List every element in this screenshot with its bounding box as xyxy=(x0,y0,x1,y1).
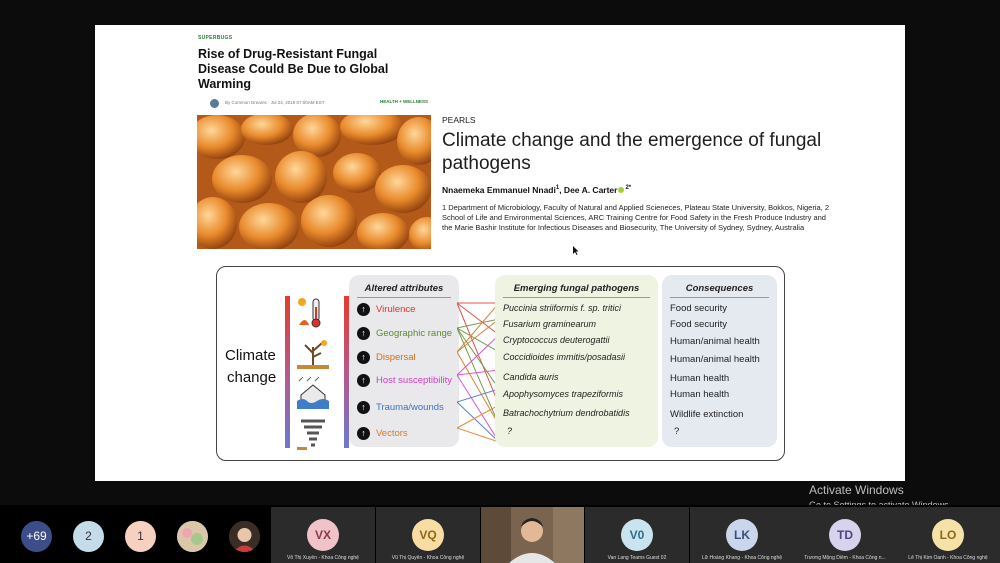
up-arrow-icon: ↑ xyxy=(357,373,370,387)
pathogen-item: Coccidioides immitis/posadasii xyxy=(503,352,626,362)
presentation-slide: SUPERBUGS Rise of Drug-Resistant Fungal … xyxy=(95,25,905,481)
up-arrow-icon: ↑ xyxy=(357,326,370,340)
pathogen-item: Batrachochytrium dendrobatidis xyxy=(503,408,630,418)
emerging-pathogens-panel: Emerging fungal pathogens Puccinia strii… xyxy=(495,275,658,447)
up-arrow-icon: ↑ xyxy=(357,426,370,440)
consequence-item: Human/animal health xyxy=(670,336,760,347)
flood-house-icon xyxy=(297,377,329,409)
participant-name: Van Lang Teams Guest 02 xyxy=(607,555,667,561)
attribute-item: ↑ Vectors xyxy=(357,425,408,441)
participant-tile[interactable]: VQ Vũ Thị Quyên - Khoa Công nghệ xyxy=(376,507,480,563)
divider xyxy=(503,297,650,298)
author-2-affil: 2* xyxy=(625,185,632,192)
more-participants-button[interactable]: +69 xyxy=(21,521,52,552)
consequence-item: Wildlife extinction xyxy=(670,409,744,420)
article-tag: SUPERBUGS xyxy=(198,35,233,41)
news-article-header: SUPERBUGS Rise of Drug-Resistant Fungal … xyxy=(198,35,428,115)
attributes-header: Altered attributes xyxy=(364,283,444,294)
author-2: , Dee A. Carter xyxy=(559,185,618,195)
participant-initials: TD xyxy=(829,519,861,551)
consequence-item: Human health xyxy=(670,373,730,384)
participant-avatar[interactable]: 2 xyxy=(73,521,104,552)
attribute-item: ↑ Geographic range xyxy=(357,325,452,341)
participant-name: Lê Thị Kim Oanh - Khoa Công nghệ xyxy=(908,555,988,561)
pathogens-header: Emerging fungal pathogens xyxy=(513,283,640,294)
attribute-item: ↑ Virulence xyxy=(357,301,415,317)
climate-change-label: Climate change xyxy=(225,347,277,386)
up-arrow-icon: ↑ xyxy=(357,400,370,414)
participant-initials: VX xyxy=(307,519,339,551)
heat-thermometer-icon xyxy=(298,298,321,328)
altered-attributes-panel: Altered attributes ↑ Virulence ↑ Geographi… xyxy=(349,275,459,447)
byline-text: By Common Dreams · Jul 24, 2019 07:00AM … xyxy=(225,100,325,105)
article-byline: By Common Dreams · Jul 24, 2019 07:00AM … xyxy=(198,97,428,109)
divider xyxy=(357,297,451,298)
paper-header: PEARLS Climate change and the emergence … xyxy=(442,115,842,233)
participant-photo-avatar[interactable] xyxy=(177,521,208,552)
divider xyxy=(670,297,769,298)
pathogen-item: Fusarium graminearum xyxy=(503,319,597,329)
publisher-logo-icon xyxy=(210,99,219,108)
shared-screen: SUPERBUGS Rise of Drug-Resistant Fungal … xyxy=(0,0,1000,505)
pathogen-item: Cryptococcus deuterogattii xyxy=(503,335,610,345)
pathogen-item: Puccinia striiformis f. sp. tritici xyxy=(503,303,622,313)
participant-initials: V0 xyxy=(621,519,653,551)
participant-tile[interactable]: LO Lê Thị Kim Oanh - Khoa Công nghệ xyxy=(896,507,1000,563)
gradient-bar-left xyxy=(285,296,290,448)
fungal-cells-image xyxy=(197,115,431,249)
participant-tile[interactable]: TD Trương Mộng Diễm - Khoa Công n... xyxy=(793,507,897,563)
consequence-item: Human/animal health xyxy=(670,354,760,365)
paper-kicker: PEARLS xyxy=(442,115,476,125)
tornado-icon xyxy=(297,419,325,450)
participant-tile[interactable]: VX Võ Thị Xuyến - Khoa Công nghệ xyxy=(271,507,375,563)
participant-photo-avatar[interactable] xyxy=(229,521,260,552)
participant-name: Võ Thị Xuyến - Khoa Công nghệ xyxy=(287,555,359,561)
participant-name: Trương Mộng Diễm - Khoa Công n... xyxy=(804,555,886,561)
participants-bar: +69 2 1 VX Võ Thị Xuyến - Khoa Công nghệ… xyxy=(0,505,1000,563)
climate-fungi-diagram: Climate change Altered attributes ↑ Virul… xyxy=(216,266,785,461)
article-section: HEALTH + WELLNESS xyxy=(379,99,428,104)
attribute-item: ↑ Dispersal xyxy=(357,349,416,365)
consequence-item: Food security xyxy=(670,319,728,330)
participant-name: Vũ Thị Quyên - Khoa Công nghệ xyxy=(391,555,465,561)
author-1: Nnaemeka Emmanuel Nnadi xyxy=(442,185,556,195)
participant-initials: LK xyxy=(726,519,758,551)
participant-tile[interactable]: V0 Van Lang Teams Guest 02 xyxy=(585,507,689,563)
participant-initials: LO xyxy=(932,519,964,551)
participant-avatar[interactable]: 1 xyxy=(125,521,156,552)
orcid-icon xyxy=(618,187,625,193)
connector-lines xyxy=(457,302,499,443)
up-arrow-icon: ↑ xyxy=(357,350,370,364)
watermark-title: Activate Windows xyxy=(809,483,904,497)
pathogen-item: ? xyxy=(507,426,513,436)
paper-title: Climate change and the emergence of fung… xyxy=(442,130,822,174)
pathogen-item: Candida auris xyxy=(503,372,559,382)
up-arrow-icon: ↑ xyxy=(357,302,370,316)
paper-authors: Nnaemeka Emmanuel Nnadi1, Dee A. Carter 2… xyxy=(442,185,842,195)
attribute-item: ↑ Host susceptibility xyxy=(357,372,452,388)
consequence-item: Human health xyxy=(670,389,730,400)
paper-affiliations: 1 Department of Microbiology, Faculty of… xyxy=(442,203,829,232)
consequences-panel: Consequences Food security Food security… xyxy=(662,275,777,447)
article-headline: Rise of Drug-Resistant Fungal Disease Co… xyxy=(198,47,389,91)
attribute-item: ↑ Trauma/wounds xyxy=(357,399,444,415)
pathogen-item: Apophysomyces trapeziformis xyxy=(503,389,624,399)
participant-video-tile[interactable] xyxy=(481,507,584,563)
participant-name: Lữ Hoàng Khang - Khoa Công nghệ xyxy=(701,555,783,561)
drought-tree-icon xyxy=(297,340,329,369)
consequence-item: Food security xyxy=(670,303,728,314)
mouse-cursor-icon xyxy=(573,246,579,255)
participant-tile[interactable]: LK Lữ Hoàng Khang - Khoa Công nghệ xyxy=(690,507,794,563)
participant-initials: VQ xyxy=(412,519,444,551)
consequences-header: Consequences xyxy=(685,283,754,294)
consequence-item: ? xyxy=(674,426,680,437)
